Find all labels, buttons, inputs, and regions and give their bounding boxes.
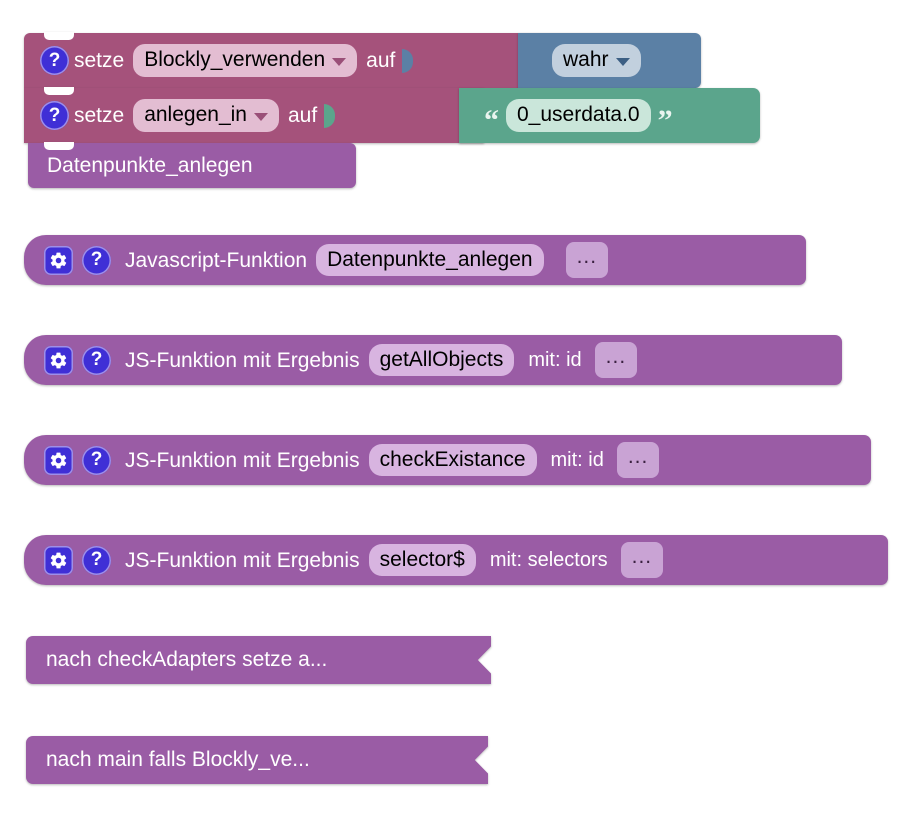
function-params-field[interactable]: ...: [616, 442, 660, 478]
gear-icon[interactable]: [44, 445, 73, 475]
block-def-javascript-funktion[interactable]: ? Javascript-Funktion Datenpunkte_anlege…: [24, 235, 806, 285]
setze-label: setze: [74, 104, 125, 127]
auf-label: auf: [366, 49, 396, 72]
params-ellipsis: ...: [627, 445, 649, 469]
block-logic-boolean-wahr[interactable]: wahr: [518, 33, 701, 88]
params-ellipsis: ...: [605, 345, 627, 369]
params-ellipsis: ...: [631, 545, 653, 569]
question-icon[interactable]: ?: [40, 46, 69, 75]
blocks-layer: ? setze Blockly_verwenden auf wahr ? set…: [0, 0, 916, 826]
function-name: checkExistance: [379, 447, 526, 471]
boolean-value: wahr: [563, 48, 609, 72]
variable-dropdown-anlegen-in[interactable]: anlegen_in: [133, 99, 279, 132]
function-args-label: mit: id: [550, 449, 604, 471]
block-def-checkexistance[interactable]: ? JS-Funktion mit Ergebnis checkExistanc…: [24, 435, 871, 485]
setze-label: setze: [74, 49, 125, 72]
function-args-label: mit: selectors: [489, 549, 608, 571]
question-icon[interactable]: ?: [82, 445, 111, 475]
gear-icon[interactable]: [44, 545, 73, 575]
block-text-userdata[interactable]: “ 0_userdata.0 ”: [459, 88, 760, 143]
text-value: 0_userdata.0: [517, 103, 640, 127]
question-icon[interactable]: ?: [40, 101, 69, 130]
function-args-label: mit: id: [528, 349, 582, 371]
block-collapsed-main[interactable]: nach main falls Blockly_ve...: [26, 736, 488, 784]
function-name-field[interactable]: selector$: [368, 543, 476, 577]
chevron-down-icon: [253, 112, 268, 121]
text-input-field[interactable]: 0_userdata.0: [506, 99, 651, 132]
block-def-getallobjects[interactable]: ? JS-Funktion mit Ergebnis getAllObjects…: [24, 335, 842, 385]
chevron-down-icon: [332, 57, 347, 66]
procedure-call-label: Datenpunkte_anlegen: [47, 154, 253, 177]
collapsed-jagged-edge-icon: [464, 736, 488, 784]
variable-name: anlegen_in: [144, 103, 247, 127]
function-title-label: JS-Funktion mit Ergebnis: [125, 448, 360, 472]
function-title-label: JS-Funktion mit Ergebnis: [125, 348, 360, 372]
function-name: selector$: [379, 547, 465, 571]
auf-label: auf: [287, 104, 318, 127]
variable-dropdown-blockly-verwenden[interactable]: Blockly_verwenden: [133, 44, 358, 77]
chevron-down-icon: [615, 57, 630, 66]
function-params-field[interactable]: ...: [620, 542, 664, 578]
collapsed-jagged-edge-icon: [467, 636, 491, 684]
quote-open-icon: “: [484, 103, 499, 137]
quote-close-icon: ”: [657, 103, 673, 137]
value-socket: [322, 88, 336, 143]
gear-icon[interactable]: [44, 245, 73, 275]
function-name-field[interactable]: checkExistance: [368, 443, 537, 477]
function-name: getAllObjects: [379, 347, 504, 371]
function-name-field[interactable]: getAllObjects: [368, 343, 515, 377]
question-icon[interactable]: ?: [82, 245, 111, 275]
question-icon[interactable]: ?: [82, 545, 111, 575]
collapsed-label: nach main falls Blockly_ve...: [46, 748, 310, 771]
variable-name: Blockly_verwenden: [144, 48, 326, 72]
function-params-field[interactable]: ...: [594, 342, 638, 378]
block-call-datenpunkte-anlegen[interactable]: Datenpunkte_anlegen: [28, 142, 356, 188]
function-title-label: Javascript-Funktion: [125, 248, 308, 272]
params-ellipsis: ...: [576, 245, 598, 269]
block-def-selector[interactable]: ? JS-Funktion mit Ergebnis selector$ mit…: [24, 535, 888, 585]
function-title-label: JS-Funktion mit Ergebnis: [125, 548, 360, 572]
value-socket: [400, 33, 414, 88]
collapsed-label: nach checkAdapters setze a...: [46, 648, 328, 671]
block-variables-set-anlegen-in[interactable]: ? setze anlegen_in auf: [24, 87, 484, 151]
question-icon[interactable]: ?: [82, 345, 111, 375]
boolean-dropdown-wahr[interactable]: wahr: [552, 44, 641, 77]
block-collapsed-checkadapters[interactable]: nach checkAdapters setze a...: [26, 636, 491, 684]
function-name: Datenpunkte_anlegen: [327, 247, 533, 271]
function-params-field[interactable]: ...: [565, 242, 609, 278]
function-name-field[interactable]: Datenpunkte_anlegen: [316, 243, 544, 277]
gear-icon[interactable]: [44, 345, 73, 375]
blockly-workspace[interactable]: ? setze Blockly_verwenden auf wahr ? set…: [0, 0, 916, 826]
